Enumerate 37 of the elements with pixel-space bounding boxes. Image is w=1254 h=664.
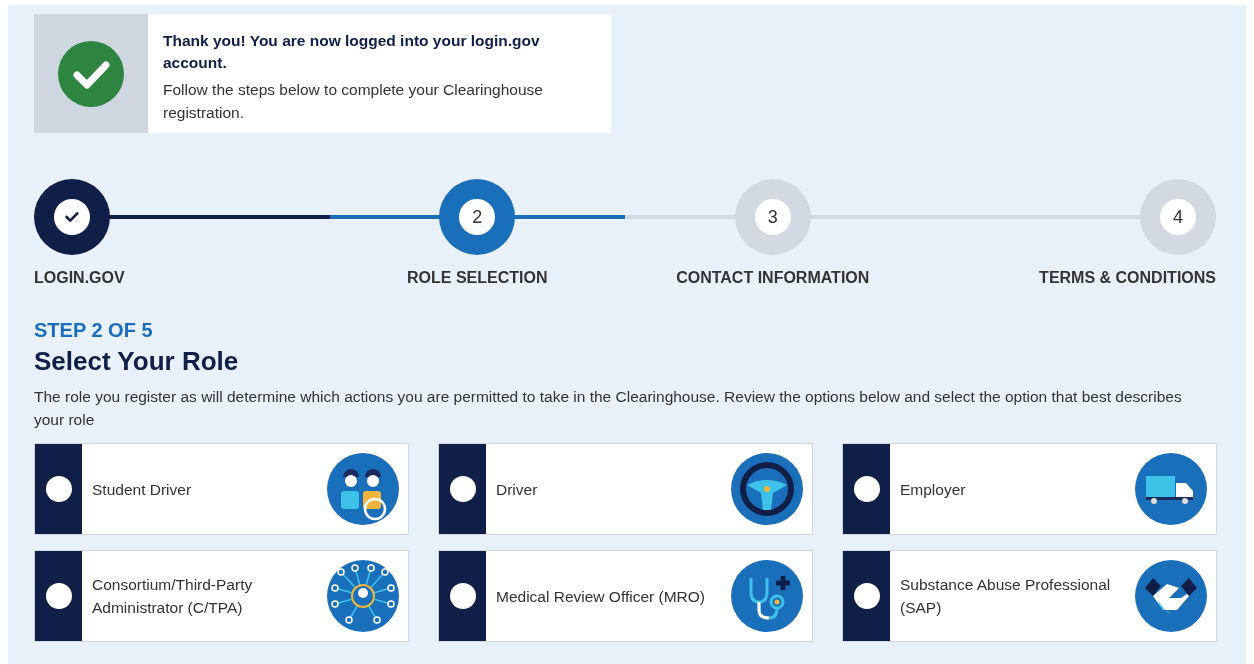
step-label: LOGIN.GOV [34, 269, 125, 287]
role-option[interactable]: Employer [842, 443, 1217, 535]
page-heading: Select Your Role [34, 346, 240, 377]
radio-button[interactable] [449, 583, 476, 609]
role-label: Medical Review Officer (MRO) [495, 586, 706, 607]
check-circle-icon [58, 40, 124, 107]
step-label: TERMS & CONDITIONS [1039, 269, 1216, 287]
description: The role you register as will determine which actions you are permitted to take in the Clearinghouse. Review the options below and select the option that best describes your role [34, 387, 1183, 430]
drivers-icon [327, 453, 399, 525]
radio-button[interactable] [45, 583, 72, 609]
role-option[interactable]: Driver [438, 443, 813, 535]
role-label: Driver [495, 479, 539, 500]
role-option[interactable]: Medical Review Officer (MRO) [438, 550, 813, 642]
network-icon [327, 560, 399, 632]
alert-title: Thank you! You are now logged into your login.gov account. [163, 31, 541, 73]
truck-icon [1135, 453, 1207, 525]
step-counter: STEP 2 OF 5 [34, 319, 154, 342]
role-option[interactable]: Consortium/Third-Party Administrator (C/TPA) [34, 550, 409, 642]
radio-button[interactable] [449, 476, 476, 502]
radio-button[interactable] [853, 583, 880, 609]
role-option[interactable]: Student Driver [34, 443, 409, 535]
handshake-icon [1135, 560, 1207, 632]
radio-button[interactable] [45, 476, 72, 502]
role-label: Student Driver [91, 479, 193, 500]
step-number: 3 [767, 206, 778, 228]
steering-wheel-icon [731, 453, 803, 525]
step-label: ROLE SELECTION [407, 269, 548, 287]
role-label: Consortium/Third-Party Administrator (C/TPA) [91, 575, 254, 618]
step-label: CONTACT INFORMATION [676, 269, 870, 287]
role-label: Substance Abuse Professional (SAP) [899, 575, 1112, 618]
radio-button[interactable] [853, 476, 880, 502]
alert-message: Follow the steps below to complete your Clearinghouse registration. [163, 80, 544, 123]
stethoscope-icon [731, 560, 803, 632]
role-option[interactable]: Substance Abuse Professional (SAP) [842, 550, 1217, 642]
step-number: 4 [1173, 206, 1183, 228]
step-number: 2 [472, 206, 483, 228]
role-label: Employer [899, 479, 967, 500]
